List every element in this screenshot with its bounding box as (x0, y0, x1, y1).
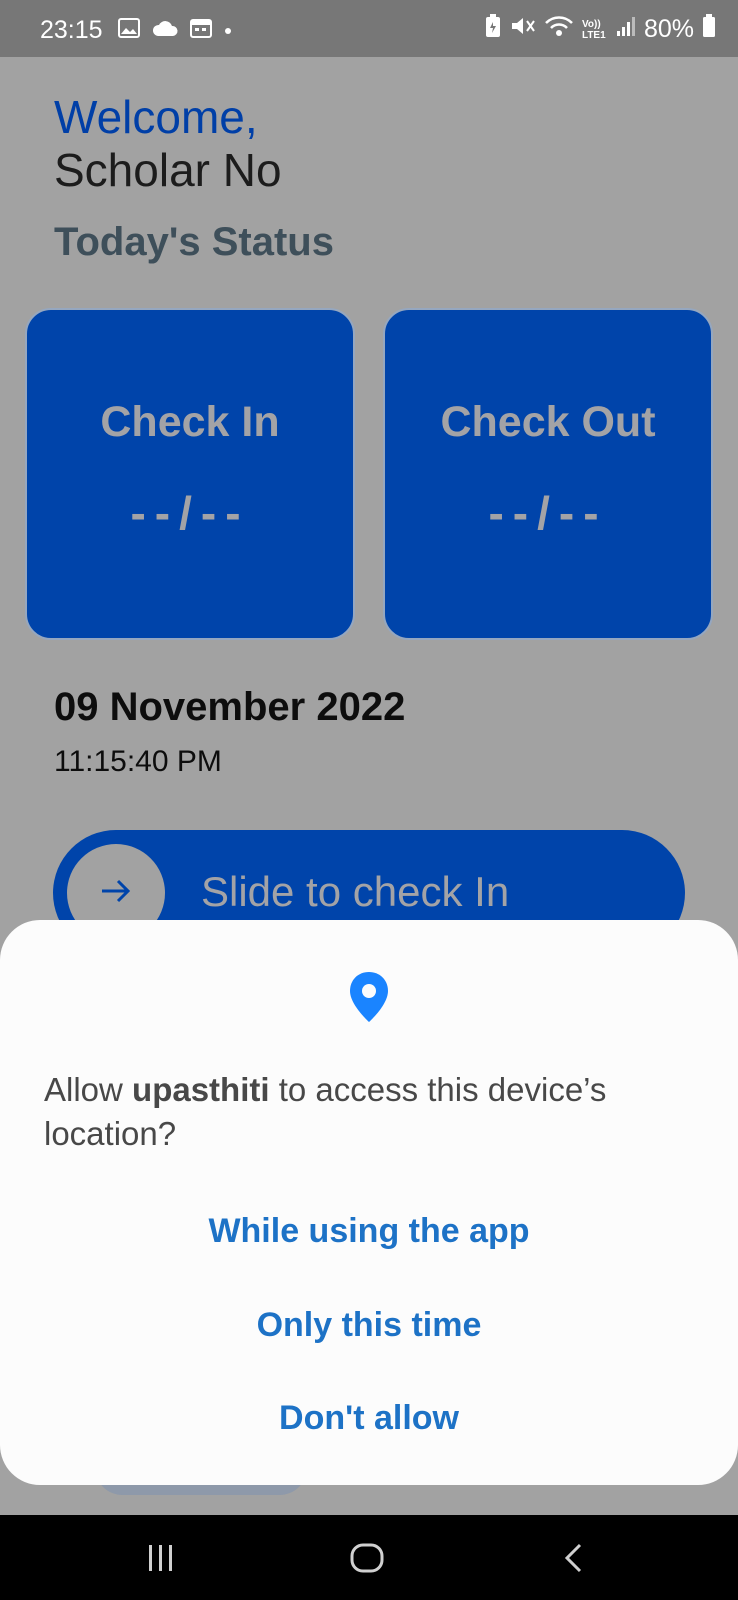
location-pin-icon (347, 970, 391, 1029)
location-permission-dialog: Allow upasthiti to access this device’s … (0, 920, 738, 1485)
check-out-label: Check Out (440, 398, 656, 446)
check-in-card[interactable]: Check In --/-- (25, 308, 355, 640)
while-using-app-button[interactable]: While using the app (0, 1212, 738, 1251)
mute-icon (510, 15, 536, 44)
check-out-time: --/-- (488, 487, 608, 539)
current-date: 09 November 2022 (54, 685, 406, 729)
status-bar: 23:15 Vo)) LTE1 80% (0, 0, 738, 57)
dont-allow-button[interactable]: Don't allow (0, 1399, 738, 1438)
only-this-time-button[interactable]: Only this time (0, 1306, 738, 1345)
navigation-bar (0, 1515, 738, 1600)
current-time: 11:15:40 PM (54, 745, 222, 778)
user-name: Scholar No (54, 144, 282, 196)
network-type-label: Vo)) LTE1 (581, 18, 606, 41)
prompt-prefix: Allow (44, 1071, 133, 1108)
battery-saver-icon (484, 14, 502, 45)
battery-percent: 80% (643, 15, 694, 43)
home-icon[interactable] (350, 1543, 384, 1578)
welcome-text: Welcome, (54, 91, 258, 143)
slider-label: Slide to check In (201, 868, 510, 915)
calendar-icon (190, 18, 212, 43)
check-in-time: --/-- (130, 487, 250, 539)
permission-prompt: Allow upasthiti to access this device’s … (44, 1068, 704, 1156)
check-in-label: Check In (100, 398, 280, 446)
arrow-right-icon (99, 878, 133, 909)
check-out-card[interactable]: Check Out --/-- (383, 308, 713, 640)
status-time: 23:15 (40, 16, 103, 44)
battery-icon (702, 14, 716, 45)
cloud-icon (152, 19, 178, 42)
notification-dot-icon (224, 22, 232, 40)
status-section-title: Today's Status (54, 220, 334, 264)
signal-icon (616, 15, 636, 44)
wifi-icon (544, 15, 574, 44)
recent-apps-icon[interactable] (146, 1543, 176, 1578)
back-icon[interactable] (562, 1543, 584, 1578)
app-name: upasthiti (132, 1071, 270, 1108)
gallery-icon (118, 18, 140, 43)
